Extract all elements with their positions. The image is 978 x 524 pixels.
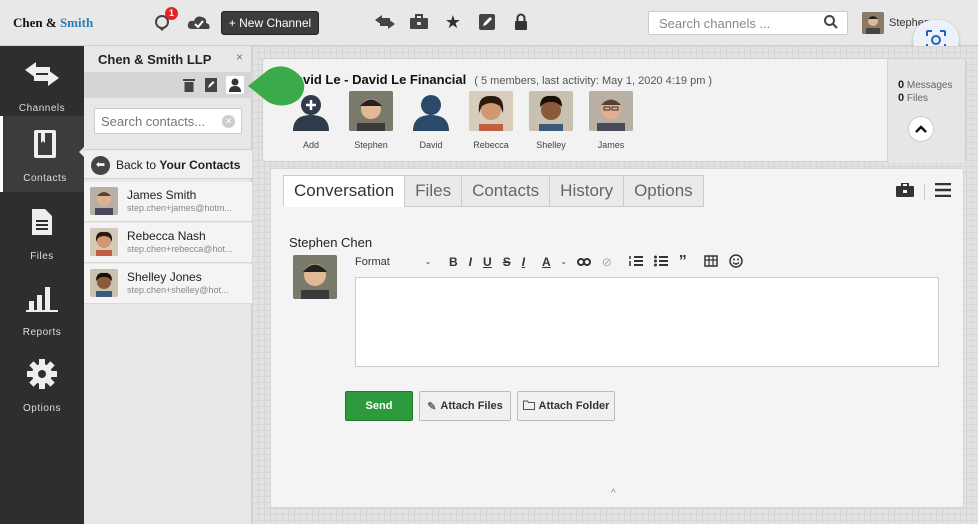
notifications-icon[interactable]: 1 <box>150 7 178 33</box>
dropdown-arrow-icon[interactable]: - <box>562 255 566 269</box>
close-icon[interactable]: × <box>236 50 243 64</box>
nav-label: Channels <box>18 103 66 114</box>
search-contacts-input[interactable]: Search contacts... ✕ <box>94 108 242 134</box>
link-icon[interactable] <box>576 255 591 269</box>
swap-arrows-icon <box>22 56 62 92</box>
avatar <box>90 228 118 256</box>
send-button[interactable]: Send <box>345 391 413 421</box>
panel-toolbar <box>84 72 252 98</box>
dropdown-arrow-icon[interactable]: - <box>426 255 430 269</box>
search-channels-input[interactable]: Search channels ... <box>648 11 848 35</box>
member-david[interactable]: David <box>407 91 455 150</box>
nav-item-contacts[interactable]: Contacts <box>0 116 85 192</box>
underline-icon[interactable]: U <box>483 255 492 269</box>
list-item[interactable]: Rebecca Nash step.chen+rebecca@hot... <box>84 223 252 263</box>
nav-label: Reports <box>22 327 62 338</box>
nav-item-reports[interactable]: Reports <box>0 270 84 346</box>
attach-files-button[interactable]: ✎ Attach Files <box>419 391 511 421</box>
panel-title: Chen & Smith LLP <box>98 52 212 67</box>
star-icon[interactable]: ★ <box>440 11 466 33</box>
folder-icon <box>522 400 535 413</box>
member-stephen[interactable]: Stephen <box>347 91 395 150</box>
clear-search-icon[interactable]: ✕ <box>222 115 235 128</box>
unlink-icon[interactable]: ⊘ <box>602 255 612 269</box>
avatar <box>293 255 337 299</box>
edit-icon[interactable] <box>474 11 500 33</box>
channel-title: vid Le - David Le Financial( 5 members, … <box>303 72 713 87</box>
nav-item-options[interactable]: Options <box>0 346 84 422</box>
tab-history[interactable]: History <box>549 175 625 207</box>
channel-header: vid Le - David Le Financial( 5 members, … <box>262 58 966 163</box>
avatar <box>469 91 513 131</box>
top-bar: Chen & Smith 1 + New Channel ★ Search ch… <box>0 0 978 60</box>
nav-item-files[interactable]: Files <box>0 194 84 270</box>
member-james[interactable]: James <box>587 91 635 150</box>
avatar <box>349 91 393 131</box>
emoji-icon[interactable] <box>729 253 743 271</box>
swap-arrows-icon[interactable] <box>372 11 398 33</box>
channel-stats: 0 Messages 0 Files <box>887 59 965 163</box>
bar-chart-icon <box>22 280 62 316</box>
contacts-panel: Chen & Smith LLP × Search contacts... ✕ … <box>84 46 252 524</box>
ordered-list-icon[interactable] <box>629 255 643 270</box>
nav-item-channels[interactable]: Channels <box>0 46 84 122</box>
cloud-check-icon[interactable] <box>186 11 212 33</box>
expand-icon[interactable]: ^ <box>611 488 616 499</box>
author-name: Stephen Chen <box>289 235 373 250</box>
gear-icon <box>22 356 62 392</box>
notification-badge: 1 <box>164 7 178 20</box>
message-editor[interactable] <box>355 277 939 367</box>
avatar <box>409 91 453 131</box>
tab-contacts[interactable]: Contacts <box>461 175 551 207</box>
lock-icon[interactable] <box>508 11 534 33</box>
bullet-list-icon[interactable] <box>653 255 668 270</box>
pointer-indicator-icon <box>248 66 305 106</box>
paperclip-icon: ✎ <box>427 400 437 413</box>
conversation-panel: Conversation Files Contacts History Opti… <box>270 168 964 508</box>
hamburger-menu-icon[interactable] <box>935 182 951 200</box>
collapse-icon[interactable] <box>908 116 934 142</box>
edit-icon[interactable] <box>202 76 220 94</box>
nav-label: Options <box>23 403 61 414</box>
list-item[interactable]: Shelley Jones step.chen+shelley@hot... <box>84 264 252 304</box>
brand-logo[interactable]: Chen & Smith <box>13 15 93 31</box>
avatar <box>589 91 633 131</box>
tab-files[interactable]: Files <box>404 175 463 207</box>
briefcase-icon[interactable] <box>896 182 914 200</box>
tab-tools <box>896 182 951 200</box>
back-arrow-icon: ⬅ <box>91 156 110 175</box>
nav-label: Files <box>30 251 54 262</box>
left-nav: Channels Contacts Files Reports Options <box>0 46 85 524</box>
attach-folder-button[interactable]: Attach Folder <box>517 391 615 421</box>
briefcase-icon[interactable] <box>406 11 432 33</box>
add-contact-icon[interactable] <box>226 76 244 94</box>
table-icon[interactable] <box>704 254 718 270</box>
italic-icon[interactable]: I <box>469 255 472 269</box>
new-channel-button[interactable]: + New Channel <box>221 11 319 35</box>
tab-conversation[interactable]: Conversation <box>283 175 406 207</box>
avatar <box>90 187 118 215</box>
nav-label: Contacts <box>23 173 67 184</box>
clear-format-icon[interactable]: I <box>522 255 525 269</box>
tab-options[interactable]: Options <box>623 175 704 207</box>
member-shelley[interactable]: Shelley <box>527 91 575 150</box>
back-to-contacts-button[interactable]: ⬅ Back to Your Contacts <box>84 149 252 179</box>
format-dropdown[interactable]: Format <box>355 256 415 268</box>
avatar <box>862 12 884 34</box>
quote-icon[interactable]: ” <box>679 253 687 271</box>
member-rebecca[interactable]: Rebecca <box>467 91 515 150</box>
font-color-icon[interactable]: A <box>542 255 551 269</box>
bold-icon[interactable]: B <box>449 255 458 269</box>
search-icon[interactable] <box>823 14 839 33</box>
format-toolbar: Format - B I U S I A - ⊘ ” <box>355 253 743 271</box>
book-icon <box>25 126 65 162</box>
tab-bar: Conversation Files Contacts History Opti… <box>283 175 704 207</box>
trash-icon[interactable] <box>180 76 198 94</box>
file-icon <box>22 204 62 240</box>
main-area: vid Le - David Le Financial( 5 members, … <box>252 46 978 524</box>
avatar <box>90 269 118 297</box>
strikethrough-icon[interactable]: S <box>503 255 511 269</box>
list-item[interactable]: James Smith step.chen+james@hotm... <box>84 182 252 222</box>
avatar <box>529 91 573 131</box>
